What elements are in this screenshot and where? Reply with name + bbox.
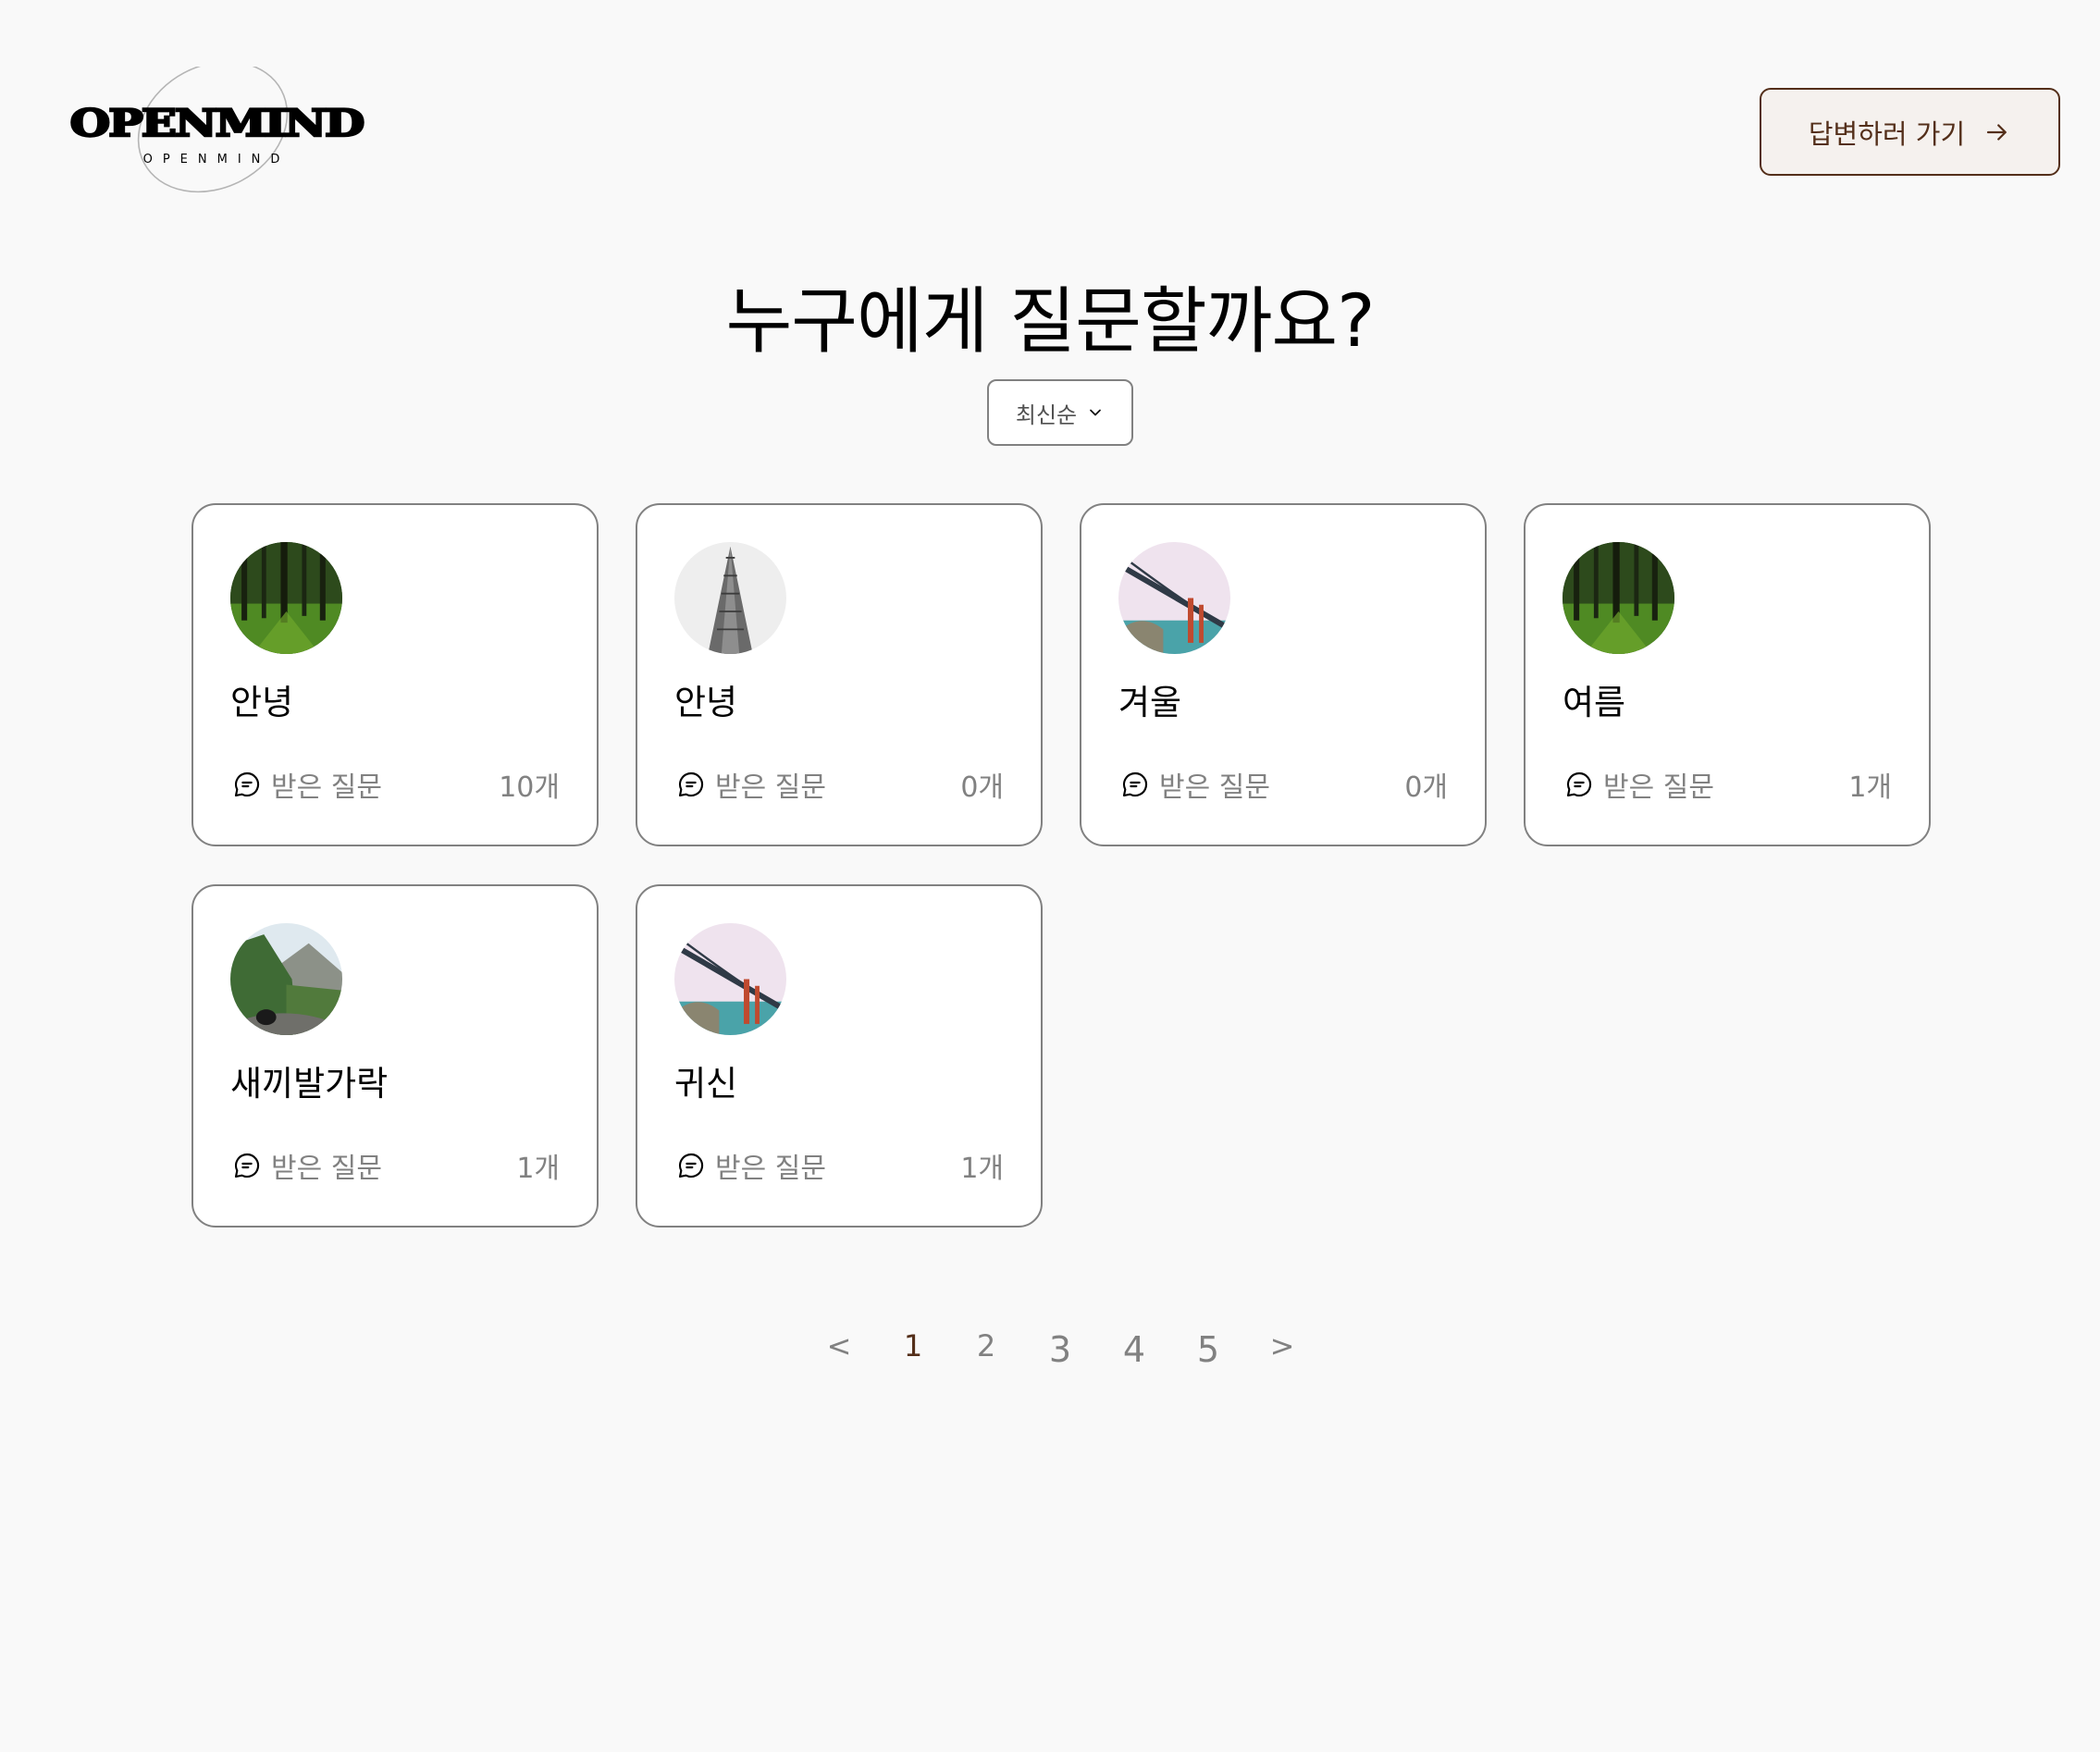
received-questions-label: 받은 질문 [715, 1153, 826, 1185]
avatar-building [674, 542, 786, 654]
subject-card[interactable]: 여름 받은 질문 1개 [1524, 503, 1931, 846]
question-count: 1개 [516, 1153, 560, 1185]
chevron-down-icon [1086, 403, 1105, 422]
received-questions-label: 받은 질문 [715, 771, 826, 804]
avatar-bridge [1118, 542, 1230, 654]
question-count-row: 받은 질문 0개 [1120, 766, 1448, 804]
subject-card[interactable]: 겨울 받은 질문 0개 [1080, 503, 1487, 846]
page: OPENMIND OPENMIND 답변하러 가기 누구에게 질문할까요? 최신… [0, 0, 2100, 1752]
avatar-bridge [674, 923, 786, 1035]
subject-card[interactable]: 귀신 받은 질문 1개 [636, 884, 1043, 1228]
message-icon [676, 770, 706, 799]
sort-dropdown[interactable]: 최신순 [987, 379, 1133, 446]
received-questions-label: 받은 질문 [1159, 771, 1270, 804]
question-count-row: 받은 질문 0개 [676, 766, 1004, 804]
pagination-page-3[interactable]: 3 [1037, 1317, 1083, 1382]
question-count: 10개 [499, 771, 560, 804]
message-icon [232, 770, 262, 799]
message-icon [1120, 770, 1150, 799]
question-count-row: 받은 질문 10개 [232, 766, 560, 804]
subject-card[interactable]: 안녕 받은 질문 10개 [191, 503, 599, 846]
pagination-page-5[interactable]: 5 [1185, 1317, 1231, 1382]
subject-card[interactable]: 안녕 받은 질문 0개 [636, 503, 1043, 846]
message-icon [232, 1151, 262, 1180]
pagination: < 1 2 3 4 5 > [0, 1314, 2100, 1378]
subject-name: 귀신 [674, 1064, 738, 1104]
go-answer-button[interactable]: 답변하러 가기 [1760, 88, 2060, 176]
question-count: 1개 [960, 1153, 1004, 1185]
avatar-forest [1563, 542, 1674, 654]
arrow-right-icon [1983, 118, 2011, 146]
pagination-page-1[interactable]: 1 [890, 1314, 936, 1378]
logo-text: OPENMIND [70, 101, 364, 145]
question-count-row: 받은 질문 1개 [232, 1147, 560, 1185]
go-answer-label: 답변하러 가기 [1808, 117, 1966, 150]
sort-selected-label: 최신순 [1015, 401, 1078, 428]
subject-name: 안녕 [230, 683, 294, 722]
question-count: 0개 [960, 771, 1004, 804]
message-icon [676, 1151, 706, 1180]
openmind-logo[interactable]: OPENMIND OPENMIND [57, 67, 376, 196]
question-count-row: 받은 질문 1개 [676, 1147, 1004, 1185]
received-questions-label: 받은 질문 [271, 1153, 382, 1185]
subject-name: 여름 [1563, 683, 1626, 722]
pagination-next[interactable]: > [1259, 1314, 1305, 1378]
question-count: 1개 [1848, 771, 1892, 804]
subject-card[interactable]: 새끼발가락 받은 질문 1개 [191, 884, 599, 1228]
received-questions-label: 받은 질문 [1603, 771, 1714, 804]
avatar-forest [230, 542, 342, 654]
page-title: 누구에게 질문할까요? [725, 280, 1375, 364]
subject-name: 새끼발가락 [230, 1064, 389, 1104]
pagination-page-2[interactable]: 2 [963, 1314, 1009, 1378]
subject-name: 겨울 [1118, 683, 1182, 722]
logo-subtext: OPENMIND [143, 153, 290, 167]
question-count: 0개 [1404, 771, 1448, 804]
question-count-row: 받은 질문 1개 [1564, 766, 1892, 804]
pagination-page-4[interactable]: 4 [1111, 1317, 1157, 1382]
subject-name: 안녕 [674, 683, 738, 722]
avatar-mountain [230, 923, 342, 1035]
message-icon [1564, 770, 1594, 799]
received-questions-label: 받은 질문 [271, 771, 382, 804]
pagination-prev[interactable]: < [816, 1314, 862, 1378]
